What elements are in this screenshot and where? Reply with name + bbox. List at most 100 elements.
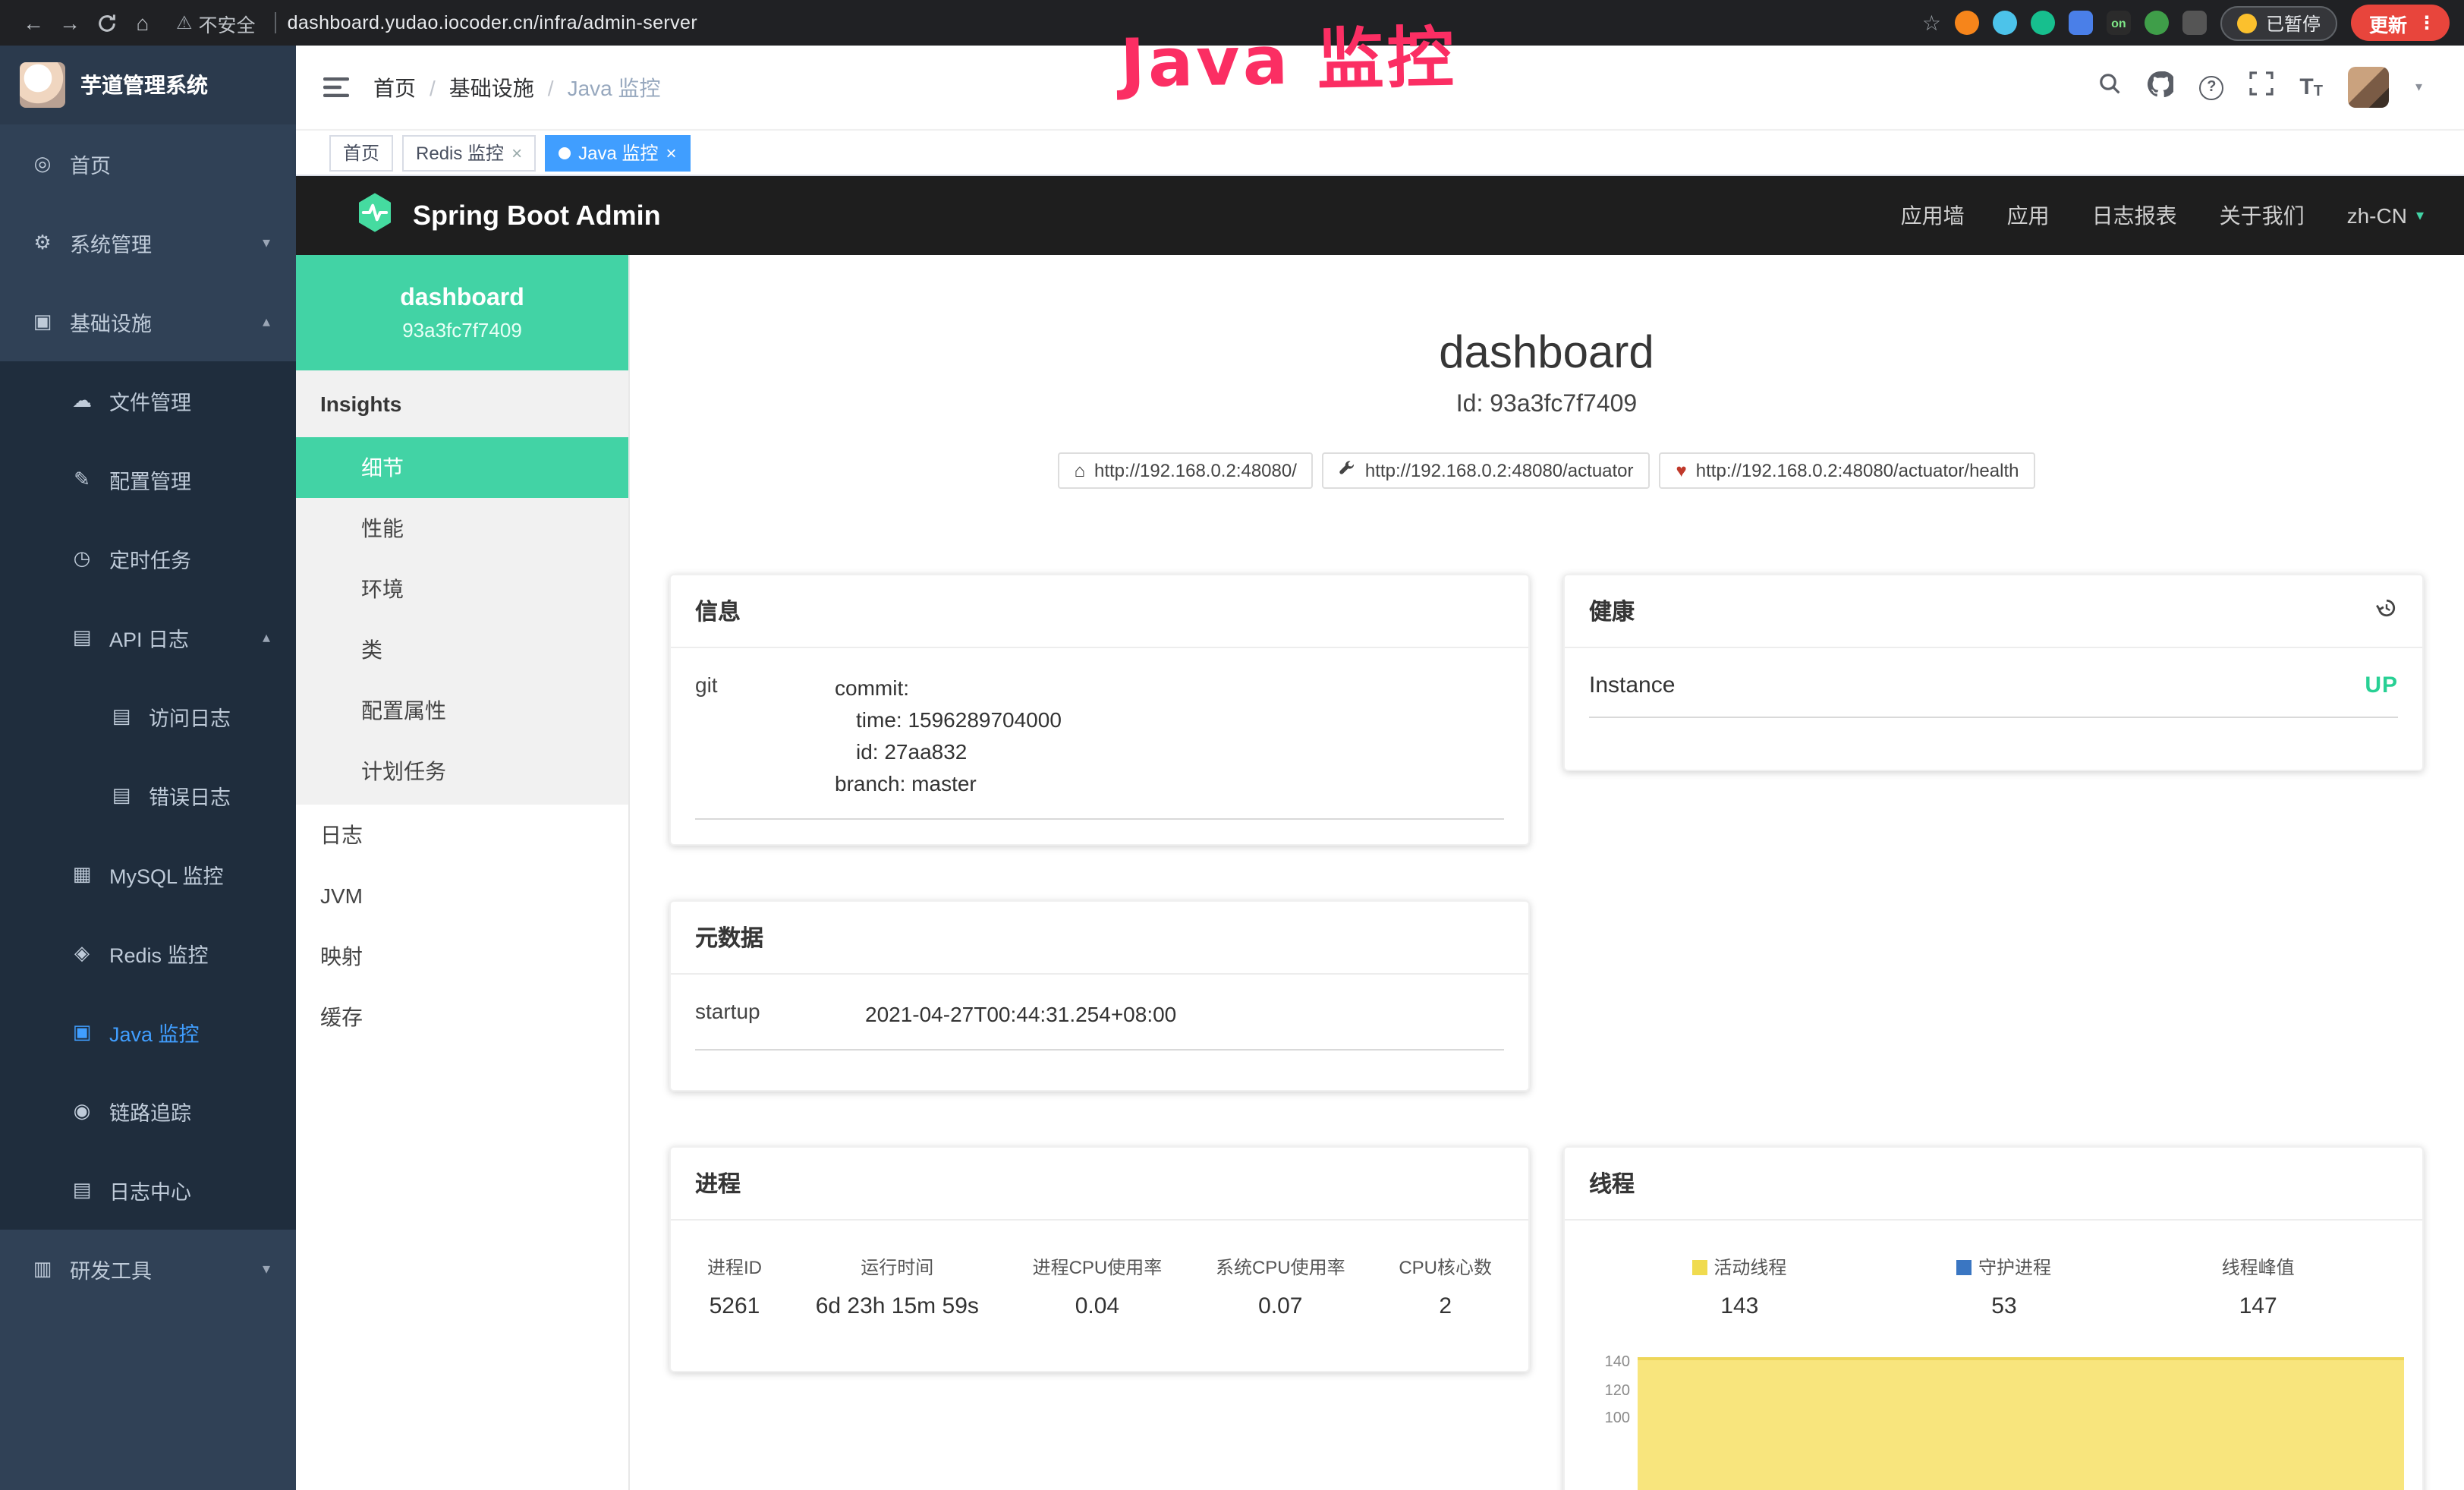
face-icon — [2237, 13, 2257, 33]
extension-icon-orange[interactable] — [1955, 11, 1979, 35]
tags-view: 首页 Redis 监控 × Java 监控 × — [296, 131, 2464, 176]
reload-icon[interactable] — [88, 5, 124, 41]
github-icon[interactable] — [2148, 71, 2173, 104]
git-value: commit: time: 1596289704000 id: 27aa832 … — [835, 673, 1062, 800]
info-card-body: git commit: time: 1596289704000 id: 27aa… — [671, 648, 1528, 844]
health-card: 健康 Instance UP — [1563, 574, 2424, 771]
chart-y-axis: 140 120 100 — [1583, 1350, 1638, 1490]
panel-item-details[interactable]: 细节 — [296, 437, 628, 498]
font-size-icon[interactable]: TT — [2299, 74, 2323, 100]
sidebar-item-config[interactable]: ✎ 配置管理 — [0, 440, 296, 519]
help-icon[interactable]: ? — [2199, 75, 2223, 99]
sidebar-item-redis[interactable]: ◈ Redis 监控 — [0, 914, 296, 993]
panel-item-caches[interactable]: 缓存 — [296, 987, 628, 1047]
search-icon[interactable] — [2097, 71, 2122, 103]
panel-item-logfile[interactable]: 日志 — [296, 805, 628, 865]
extensions-puzzle-icon[interactable] — [2182, 11, 2207, 35]
sidebar-item-job[interactable]: ◷ 定时任务 — [0, 519, 296, 598]
sidebar-item-log-center[interactable]: ▤ 日志中心 — [0, 1151, 296, 1230]
extension-icon-grid[interactable] — [2069, 11, 2093, 35]
sidebar-item-label: 日志中心 — [109, 1175, 191, 1205]
infra-icon: ▣ — [30, 310, 55, 334]
sidebar-item-label: Redis 监控 — [109, 938, 209, 969]
git-id-line: id: 27aa832 — [835, 736, 1062, 768]
health-card-body: Instance UP — [1565, 648, 2422, 770]
live-threads-area — [1638, 1357, 2404, 1490]
edit-icon: ✎ — [70, 468, 94, 492]
instance-header[interactable]: dashboard 93a3fc7f7409 — [296, 255, 628, 370]
stat-value: 5261 — [707, 1293, 762, 1319]
sidebar-item-file[interactable]: ☁ 文件管理 — [0, 361, 296, 440]
tab-java-monitor[interactable]: Java 监控 × — [545, 134, 690, 171]
paused-badge[interactable]: 已暂停 — [2220, 5, 2337, 40]
breadcrumb-home[interactable]: 首页 — [373, 72, 416, 102]
panel-item-configprops[interactable]: 配置属性 — [296, 680, 628, 741]
cards-grid: 信息 git commit: time: 1596289704000 id: 2 — [669, 574, 2424, 1490]
chevron-up-icon: ▴ — [263, 629, 270, 646]
panel-item-env[interactable]: 环境 — [296, 559, 628, 619]
sidebar-item-home[interactable]: ◎ 首页 — [0, 124, 296, 203]
sidebar-item-api-log[interactable]: ▤ API 日志 ▴ — [0, 598, 296, 677]
sba-brand-label: Spring Boot Admin — [413, 200, 661, 232]
stat-value: 2 — [1399, 1293, 1492, 1319]
stat-label: 进程CPU使用率 — [1033, 1254, 1163, 1280]
panel-item-jvm[interactable]: JVM — [296, 865, 628, 926]
tab-redis-monitor[interactable]: Redis 监控 × — [402, 134, 536, 171]
extension-icon-on-badge[interactable]: on — [2107, 11, 2131, 35]
actuator-url: http://192.168.0.2:48080/actuator — [1365, 460, 1634, 481]
bookmark-star-icon[interactable]: ☆ — [1922, 10, 1941, 36]
extension-icon-green[interactable] — [2031, 11, 2055, 35]
sba-brand[interactable]: Spring Boot Admin — [354, 191, 661, 241]
health-card-title: 健康 — [1589, 595, 1635, 627]
update-button[interactable]: 更新 ⋮ — [2351, 5, 2450, 41]
history-icon[interactable] — [2375, 597, 2398, 625]
locale-selector[interactable]: zh-CN ▾ — [2347, 203, 2424, 228]
address-bar[interactable]: ⚠ 不安全 dashboard.yudao.iocoder.cn/infra/a… — [176, 8, 697, 37]
startup-value-wrap: 2021-04-27T00:44:31.254+08:00 — [865, 999, 1176, 1031]
health-instance-row[interactable]: Instance UP — [1589, 673, 2398, 718]
sba-nav-wall[interactable]: 应用墙 — [1901, 200, 1965, 231]
panel-item-metrics[interactable]: 性能 — [296, 498, 628, 559]
breadcrumb-infra[interactable]: 基础设施 — [449, 72, 534, 102]
hamburger-icon[interactable] — [323, 76, 349, 99]
sidebar-menu: ◎ 首页 ⚙ 系统管理 ▾ ▣ 基础设施 ▴ ☁ 文件管理 — [0, 124, 296, 1309]
service-url-button[interactable]: ⌂ http://192.168.0.2:48080/ — [1058, 452, 1314, 489]
caret-down-icon[interactable]: ▾ — [2415, 79, 2422, 96]
panel-item-classes[interactable]: 类 — [296, 619, 628, 680]
threads-card-title: 线程 — [1589, 1167, 1635, 1199]
sba-nav-about[interactable]: 关于我们 — [2220, 200, 2305, 231]
forward-icon[interactable]: → — [52, 5, 88, 41]
panel-item-mappings[interactable]: 映射 — [296, 926, 628, 987]
avatar[interactable] — [2349, 67, 2390, 108]
extension-icon-drop[interactable] — [1993, 11, 2017, 35]
kebab-menu-icon[interactable]: ⋮ — [2418, 12, 2436, 33]
stat-cpu-cores: CPU核心数 2 — [1399, 1254, 1492, 1319]
health-url: http://192.168.0.2:48080/actuator/health — [1696, 460, 2019, 481]
sidebar-item-system[interactable]: ⚙ 系统管理 ▾ — [0, 203, 296, 282]
close-icon[interactable]: × — [511, 142, 522, 163]
startup-row: startup 2021-04-27T00:44:31.254+08:00 — [695, 999, 1504, 1051]
sidebar-item-access-log[interactable]: ▤ 访问日志 — [0, 677, 296, 756]
extension-icon-leaf[interactable] — [2145, 11, 2169, 35]
panel-item-scheduled[interactable]: 计划任务 — [296, 741, 628, 802]
sba-nav-applications[interactable]: 应用 — [2007, 200, 2050, 231]
sidebar-item-error-log[interactable]: ▤ 错误日志 — [0, 756, 296, 835]
sidebar-item-dev-tools[interactable]: ▥ 研发工具 ▾ — [0, 1230, 296, 1309]
sidebar-item-trace[interactable]: ◉ 链路追踪 — [0, 1072, 296, 1151]
browser-home-icon[interactable]: ⌂ — [124, 5, 161, 41]
stat-system-cpu: 系统CPU使用率 0.07 — [1216, 1254, 1345, 1319]
git-info-row: git commit: time: 1596289704000 id: 27aa… — [695, 673, 1504, 820]
omnibox-divider — [275, 12, 277, 33]
tab-home[interactable]: 首页 — [329, 134, 393, 171]
health-url-button[interactable]: ♥ http://192.168.0.2:48080/actuator/heal… — [1660, 452, 2036, 489]
actuator-url-button[interactable]: http://192.168.0.2:48080/actuator — [1323, 452, 1651, 489]
close-icon[interactable]: × — [666, 142, 676, 163]
app-logo[interactable]: 芋道管理系统 — [0, 46, 296, 124]
fullscreen-icon[interactable] — [2249, 71, 2274, 103]
back-icon[interactable]: ← — [15, 5, 52, 41]
git-time-line: time: 1596289704000 — [835, 704, 1062, 736]
sidebar-item-mysql[interactable]: ▦ MySQL 监控 — [0, 835, 296, 914]
sidebar-item-java[interactable]: ▣ Java 监控 — [0, 993, 296, 1072]
sba-nav-journal[interactable]: 日志报表 — [2092, 200, 2177, 231]
sidebar-item-infra[interactable]: ▣ 基础设施 ▴ — [0, 282, 296, 361]
